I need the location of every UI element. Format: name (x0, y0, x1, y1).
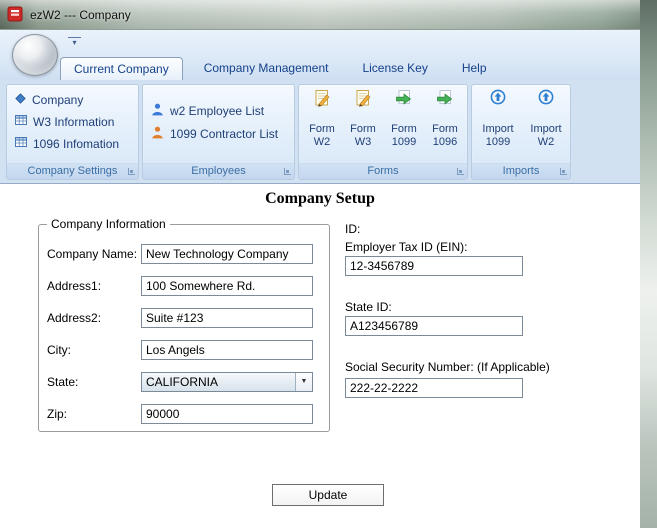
form-1096-sublabel: 1096 (432, 136, 458, 148)
form-1096-button[interactable]: Form 1096 (426, 89, 464, 149)
tab-help[interactable]: Help (449, 57, 500, 80)
city-input[interactable] (141, 340, 313, 360)
state-id-input[interactable] (345, 316, 523, 336)
w3-information-label: W3 Information (33, 114, 115, 129)
form-w3-button[interactable]: Form W3 (344, 89, 382, 149)
zip-input[interactable] (141, 404, 313, 424)
import-w2-label: Import (530, 123, 562, 135)
ribbon-group-employees: w2 Employee List 1099 Contractor List Em… (142, 84, 295, 180)
dialog-launcher-icon[interactable] (560, 168, 567, 175)
1099-contractor-list-button[interactable]: 1099 Contractor List (143, 124, 294, 144)
desktop-background (640, 0, 657, 528)
dialog-launcher-icon[interactable] (457, 168, 464, 175)
import-w2-button[interactable]: Import W2 (524, 89, 568, 149)
form-1099-label: Form (391, 123, 417, 135)
address1-input[interactable] (141, 276, 313, 296)
form-w2-sublabel: W2 (313, 136, 331, 148)
ssn-label: Social Security Number: (If Applicable) (345, 360, 550, 374)
ein-label: Employer Tax ID (EIN): (345, 240, 468, 254)
group-caption-label: Forms (367, 165, 399, 177)
id-section-heading: ID: (345, 222, 361, 236)
form-1099-sublabel: 1099 (391, 136, 417, 148)
import-1099-label: Import (482, 123, 514, 135)
table-icon (15, 114, 27, 129)
import-icon (524, 89, 568, 111)
company-button-label: Company (32, 93, 84, 107)
group-caption-label: Imports (502, 165, 540, 177)
group-caption-company-settings: Company Settings (7, 163, 138, 179)
state-select[interactable]: CALIFORNIA ▼ (141, 372, 313, 392)
form-1099-button[interactable]: Form 1099 (385, 89, 423, 149)
ein-input[interactable] (345, 256, 523, 276)
company-name-label: Company Name: (47, 247, 138, 261)
ribbon: Company W3 Information 1096 Infomation C… (0, 80, 640, 184)
state-id-label: State ID: (345, 300, 392, 314)
w2-employee-list-button[interactable]: w2 Employee List (143, 101, 294, 121)
ribbon-group-forms: Form W2 Form W3 Form 1099 Form 1096 Form… (298, 84, 468, 180)
diamond-icon (15, 93, 26, 107)
tab-current-company[interactable]: Current Company (60, 57, 183, 80)
group-caption-label: Employees (191, 165, 246, 177)
chevron-down-icon: ▼ (295, 373, 312, 391)
group-caption-forms: Forms (299, 163, 467, 179)
form-pencil-icon (303, 89, 341, 111)
group-caption-imports: Imports (472, 163, 570, 179)
group-caption-label: Company Settings (27, 165, 118, 177)
groupbox-legend: Company Information (47, 217, 170, 231)
form-w3-sublabel: W3 (354, 136, 372, 148)
form-arrow-icon (385, 89, 423, 111)
import-1099-sublabel: 1099 (485, 136, 511, 148)
tab-license-key[interactable]: License Key (349, 57, 440, 80)
page-title: Company Setup (265, 190, 375, 207)
ribbon-group-imports: Import 1099 Import W2 Imports (471, 84, 571, 180)
dialog-launcher-icon[interactable] (284, 168, 291, 175)
1096-information-label: 1096 Infomation (33, 136, 120, 151)
form-arrow-icon (426, 89, 464, 111)
ribbon-group-company-settings: Company W3 Information 1096 Infomation C… (6, 84, 139, 180)
ribbon-tabs: Current Company Company Management Licen… (0, 56, 640, 80)
address2-label: Address2: (47, 311, 102, 325)
form-pencil-icon (344, 89, 382, 111)
company-name-input[interactable] (141, 244, 313, 264)
zip-label: Zip: (47, 407, 68, 421)
ssn-input[interactable] (345, 378, 523, 398)
person-blue-icon (151, 103, 164, 119)
state-label: State: (47, 375, 79, 389)
import-1099-button[interactable]: Import 1099 (476, 89, 520, 149)
title-bar: ezW2 --- Company (0, 0, 640, 30)
group-caption-employees: Employees (143, 163, 294, 179)
tab-company-management[interactable]: Company Management (191, 57, 342, 80)
city-label: City: (47, 343, 71, 357)
w2-employee-list-label: w2 Employee List (170, 104, 265, 118)
form-w2-label: Form (309, 123, 335, 135)
form-1096-label: Form (432, 123, 458, 135)
form-w3-label: Form (350, 123, 376, 135)
company-button[interactable]: Company (7, 91, 138, 109)
w3-information-button[interactable]: W3 Information (7, 112, 138, 131)
address1-label: Address1: (47, 279, 102, 293)
import-w2-sublabel: W2 (537, 136, 555, 148)
dialog-launcher-icon[interactable] (128, 168, 135, 175)
address2-input[interactable] (141, 308, 313, 328)
1096-information-button[interactable]: 1096 Infomation (7, 134, 138, 153)
state-select-value: CALIFORNIA (146, 375, 219, 389)
form-w2-button[interactable]: Form W2 (303, 89, 341, 149)
import-icon (476, 89, 520, 111)
window-title: ezW2 --- Company (30, 8, 131, 22)
quick-access-dropdown-icon[interactable]: ▾ (68, 37, 81, 49)
company-information-groupbox: Company Information Company Name: Addres… (38, 217, 330, 432)
app-window: ezW2 --- Company ▾ Current Company Compa… (0, 0, 640, 528)
table-icon (15, 136, 27, 151)
app-icon (7, 6, 23, 22)
1099-contractor-list-label: 1099 Contractor List (170, 127, 279, 141)
person-orange-icon (151, 126, 164, 142)
update-button[interactable]: Update (272, 484, 384, 506)
